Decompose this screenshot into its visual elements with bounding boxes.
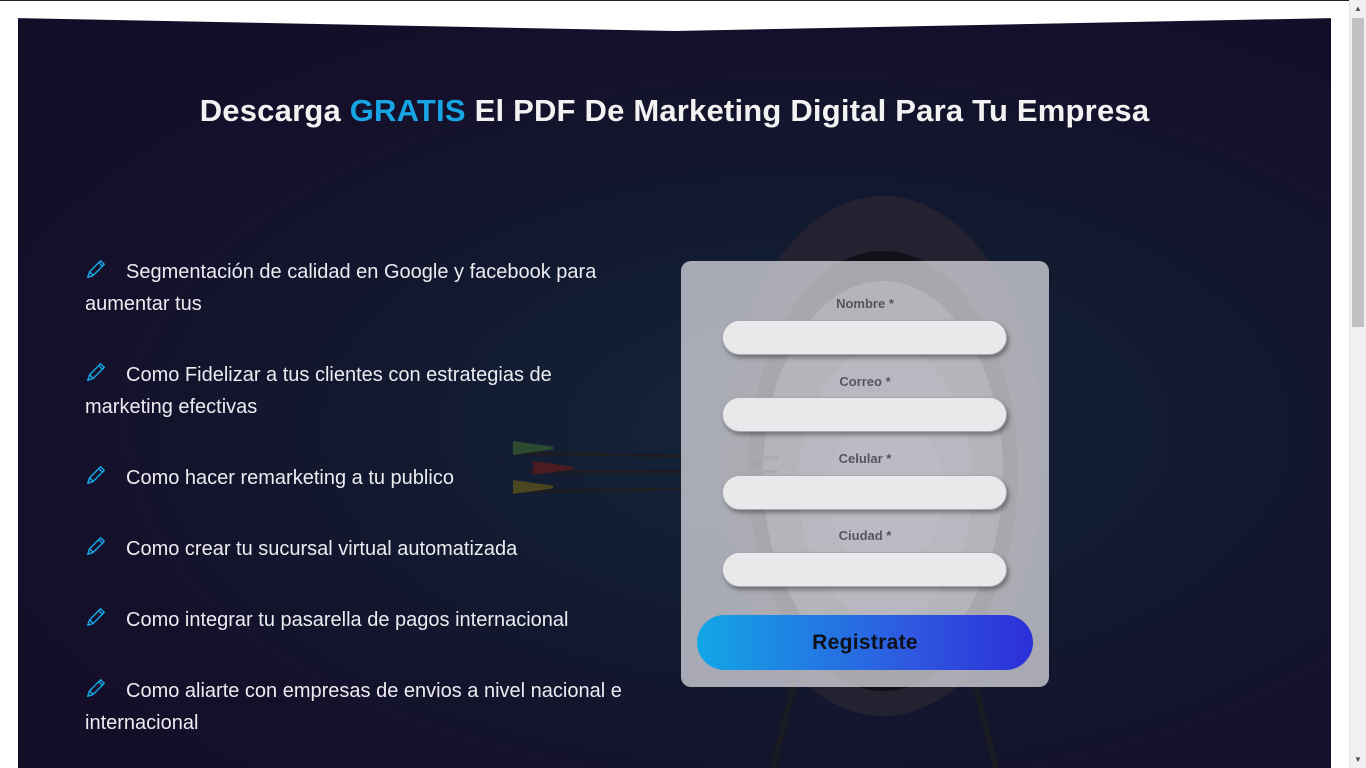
- benefit-item: Como hacer remarketing a tu publico: [85, 462, 625, 494]
- benefit-item: Segmentación de calidad en Google y face…: [85, 256, 625, 320]
- phone-field-label: Celular *: [838, 451, 892, 466]
- pencil-icon: [87, 260, 105, 278]
- browser-viewport: Descarga GRATIS El PDF De Marketing Digi…: [0, 0, 1366, 768]
- benefit-text: Como Fidelizar a tus clientes con estrat…: [85, 364, 552, 418]
- benefit-text: Como crear tu sucursal virtual automatiz…: [126, 538, 518, 560]
- title-suffix: El PDF De Marketing Digital Para Tu Empr…: [465, 93, 1150, 128]
- scrollbar-thumb[interactable]: [1352, 18, 1364, 327]
- pencil-icon: [87, 608, 105, 626]
- triangle-up-icon[interactable]: ▲: [1350, 0, 1366, 17]
- pencil-icon: [87, 466, 105, 484]
- benefit-text: Como hacer remarketing a tu publico: [126, 467, 454, 489]
- benefit-text: Como integrar tu pasarella de pagos inte…: [126, 609, 569, 631]
- pencil-icon: [87, 679, 105, 697]
- registration-form: Nombre * Correo * Celular * Ciudad * Reg…: [681, 261, 1049, 687]
- hero-section: Descarga GRATIS El PDF De Marketing Digi…: [18, 18, 1331, 768]
- email-input[interactable]: [722, 397, 1007, 432]
- city-field-label: Ciudad *: [838, 528, 892, 543]
- pencil-icon: [87, 363, 105, 381]
- benefit-item: Como aliarte con empresas de envios a ni…: [85, 675, 625, 739]
- benefit-item: Como integrar tu pasarella de pagos inte…: [85, 604, 625, 636]
- title-accent: GRATIS: [349, 93, 466, 128]
- benefit-item: Como crear tu sucursal virtual automatiz…: [85, 533, 625, 565]
- name-field-label: Nombre *: [836, 296, 894, 311]
- title-prefix: Descarga: [199, 93, 350, 128]
- email-field-label: Correo *: [839, 374, 891, 389]
- phone-input[interactable]: [722, 475, 1007, 510]
- benefit-text: Segmentación de calidad en Google y face…: [85, 261, 597, 315]
- page-title: Descarga GRATIS El PDF De Marketing Digi…: [18, 93, 1331, 129]
- benefit-item: Como Fidelizar a tus clientes con estrat…: [85, 359, 625, 423]
- triangle-down-icon[interactable]: ▼: [1350, 751, 1366, 768]
- target-stand-leg: [970, 677, 1006, 768]
- pencil-icon: [87, 537, 105, 555]
- benefits-list: Segmentación de calidad en Google y face…: [85, 256, 625, 768]
- name-input[interactable]: [722, 320, 1007, 355]
- register-button[interactable]: Registrate: [697, 615, 1033, 670]
- city-input[interactable]: [722, 552, 1007, 587]
- target-stand-leg: [763, 677, 799, 768]
- benefit-text: Como aliarte con empresas de envios a ni…: [85, 680, 622, 734]
- top-border: [0, 0, 1349, 1]
- page-scrollbar[interactable]: ▲ ▼: [1349, 0, 1366, 768]
- hero-shape-divider: [18, 18, 1331, 31]
